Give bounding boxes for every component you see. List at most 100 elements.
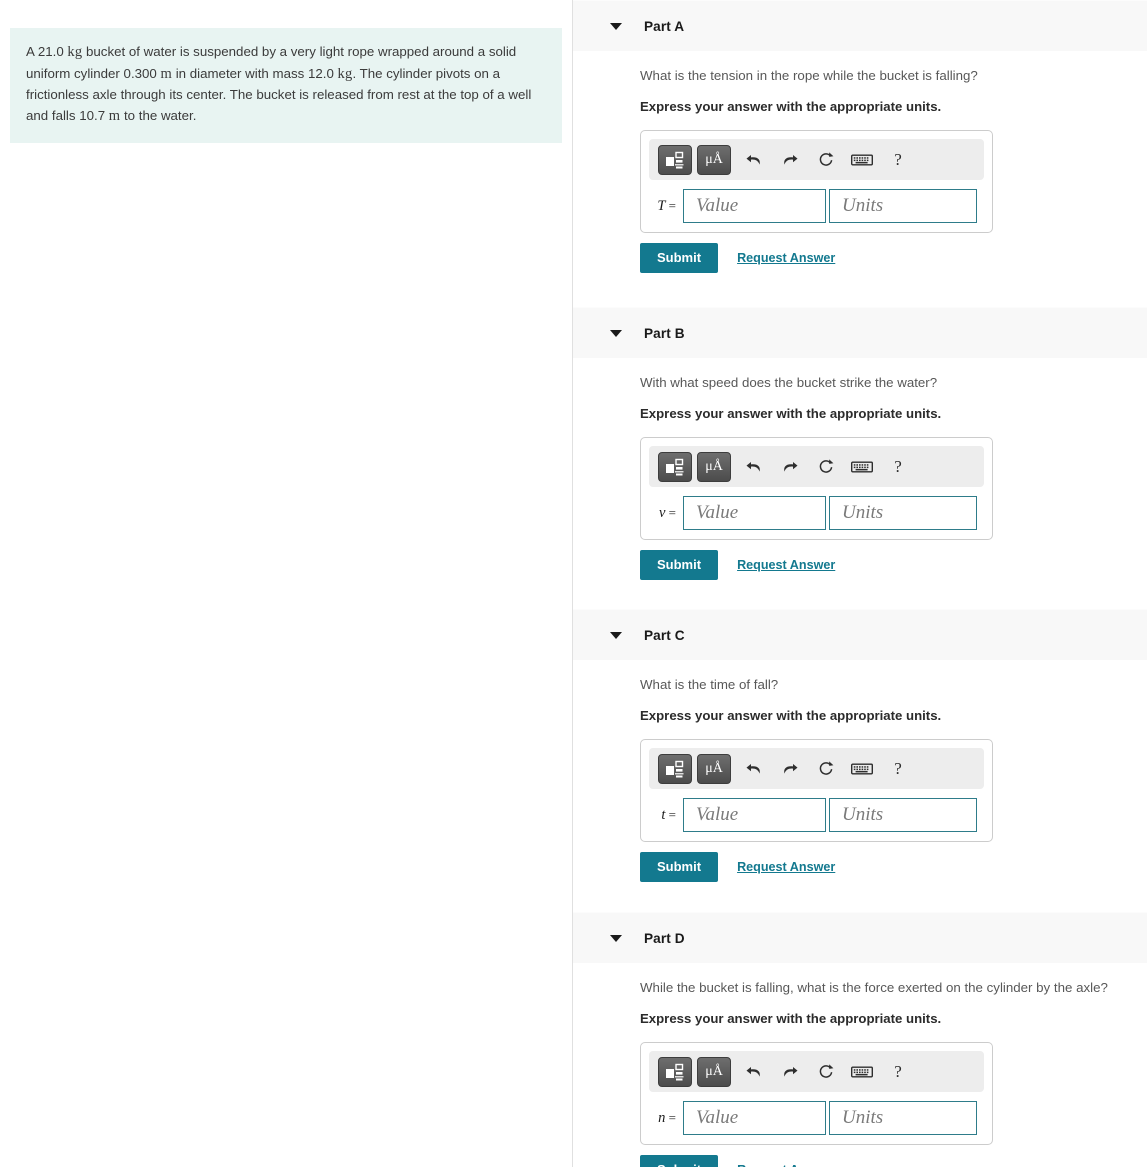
part-question: With what speed does the bucket strike t… — [640, 375, 938, 391]
request-answer-link-c[interactable]: Request Answer — [737, 860, 835, 874]
math-template-button[interactable] — [658, 144, 692, 175]
answer-entry-frame: μÅ — [640, 739, 993, 843]
redo-icon[interactable] — [772, 1057, 808, 1087]
part-body: With what speed does the bucket strike t… — [573, 358, 1147, 581]
reset-icon[interactable] — [808, 452, 844, 482]
reset-icon[interactable] — [808, 145, 844, 175]
part-title: Part B — [644, 325, 685, 341]
request-answer-link-b[interactable]: Request Answer — [737, 558, 835, 572]
undo-icon[interactable] — [736, 145, 772, 175]
part-instruction: Express your answer with the appropriate… — [640, 98, 942, 114]
value-placeholder: Value — [696, 804, 739, 826]
variable-label: t = — [661, 806, 676, 823]
keyboard-icon[interactable] — [844, 1057, 880, 1087]
part-body: While the bucket is falling, what is the… — [573, 963, 1147, 1167]
keyboard-icon[interactable] — [844, 754, 880, 784]
variable-label: v = — [658, 504, 676, 521]
units-button[interactable]: μÅ — [697, 451, 731, 482]
part-section-b: Part B With what speed does the bucket s… — [573, 307, 1147, 581]
units-button-label: μÅ — [705, 760, 723, 776]
help-icon-glyph: ? — [894, 758, 902, 778]
value-input-c[interactable]: Value — [683, 798, 826, 833]
keyboard-icon[interactable] — [844, 452, 880, 482]
variable-label: n = — [658, 1109, 676, 1126]
units-button[interactable]: μÅ — [697, 1056, 731, 1087]
part-title: Part A — [644, 18, 685, 34]
collapse-caret-icon[interactable] — [610, 934, 622, 942]
math-template-button[interactable] — [658, 1056, 692, 1087]
part-question: What is the tension in the rope while th… — [640, 68, 978, 83]
value-input-d[interactable]: Value — [683, 1101, 826, 1136]
part-actions: Submit Request Answer — [640, 852, 1147, 883]
reset-icon[interactable] — [808, 754, 844, 784]
part-section-a: Part A What is the tension in the rope w… — [573, 0, 1147, 274]
answer-entry-frame: μÅ — [640, 437, 993, 541]
help-icon[interactable]: ? — [880, 754, 916, 784]
units-input-b[interactable]: Units — [829, 496, 977, 531]
part-section-c: Part C What is the time of fall? Express… — [573, 609, 1147, 883]
undo-icon[interactable] — [736, 452, 772, 482]
units-button[interactable]: μÅ — [697, 753, 731, 784]
part-title: Part D — [644, 930, 685, 946]
part-instruction: Express your answer with the appropriate… — [640, 707, 942, 723]
collapse-caret-icon[interactable] — [610, 329, 622, 337]
problem-page: A 21.0 kg bucket of water is suspended b… — [0, 0, 1147, 1167]
part-actions: Submit Request Answer — [640, 243, 1147, 274]
part-question: While the bucket is falling, what is the… — [640, 980, 1108, 996]
help-icon[interactable]: ? — [880, 145, 916, 175]
help-icon-glyph: ? — [894, 149, 902, 169]
units-input-a[interactable]: Units — [829, 189, 977, 224]
submit-button-b[interactable]: Submit — [640, 550, 719, 581]
units-button[interactable]: μÅ — [697, 144, 731, 175]
request-answer-link-d[interactable]: Request Answer — [737, 1163, 835, 1167]
redo-icon[interactable] — [772, 145, 808, 175]
request-answer-link-a[interactable]: Request Answer — [737, 251, 835, 265]
part-title: Part C — [644, 627, 685, 643]
value-input-a[interactable]: Value — [683, 189, 826, 224]
math-template-button[interactable] — [658, 753, 692, 784]
keyboard-icon[interactable] — [844, 145, 880, 175]
answer-input-row: n = Value Units — [649, 1101, 984, 1136]
undo-icon[interactable] — [736, 1057, 772, 1087]
answer-toolbar: μÅ ? — [649, 139, 984, 181]
answer-entry-frame: μÅ — [640, 1042, 993, 1146]
part-body: What is the time of fall? Express your a… — [573, 660, 1147, 883]
part-body: What is the tension in the rope while th… — [573, 51, 1147, 274]
problem-statement-panel: A 21.0 kg bucket of water is suspended b… — [0, 0, 573, 1167]
units-placeholder: Units — [842, 804, 884, 826]
math-template-button[interactable] — [658, 451, 692, 482]
units-input-d[interactable]: Units — [829, 1101, 977, 1136]
part-actions: Submit Request Answer — [640, 550, 1147, 581]
answer-input-row: t = Value Units — [649, 798, 984, 833]
units-placeholder: Units — [842, 1107, 884, 1129]
units-input-c[interactable]: Units — [829, 798, 977, 833]
answer-input-row: T = Value Units — [649, 189, 984, 224]
submit-button-c[interactable]: Submit — [640, 852, 719, 883]
redo-icon[interactable] — [772, 754, 808, 784]
reset-icon[interactable] — [808, 1057, 844, 1087]
collapse-caret-icon[interactable] — [610, 22, 622, 30]
undo-icon[interactable] — [736, 754, 772, 784]
submit-button-d[interactable]: Submit — [640, 1155, 719, 1167]
problem-statement-box: A 21.0 kg bucket of water is suspended b… — [10, 28, 562, 144]
collapse-caret-icon[interactable] — [610, 631, 622, 639]
units-button-label: μÅ — [705, 458, 723, 474]
part-instruction: Express your answer with the appropriate… — [640, 1010, 942, 1026]
redo-icon[interactable] — [772, 452, 808, 482]
value-placeholder: Value — [696, 195, 739, 217]
part-header-a[interactable]: Part A — [573, 0, 1147, 51]
part-question: What is the time of fall? — [640, 677, 779, 693]
units-button-label: μÅ — [705, 1063, 723, 1079]
part-header-b[interactable]: Part B — [573, 307, 1147, 359]
unit-symbol: kg — [67, 44, 83, 60]
part-header-d[interactable]: Part D — [573, 912, 1147, 964]
part-header-c[interactable]: Part C — [573, 609, 1147, 661]
value-input-b[interactable]: Value — [683, 496, 826, 531]
submit-button-a[interactable]: Submit — [640, 243, 719, 274]
unit-symbol: m — [160, 66, 172, 83]
help-icon[interactable]: ? — [880, 1057, 916, 1087]
help-icon[interactable]: ? — [880, 452, 916, 482]
